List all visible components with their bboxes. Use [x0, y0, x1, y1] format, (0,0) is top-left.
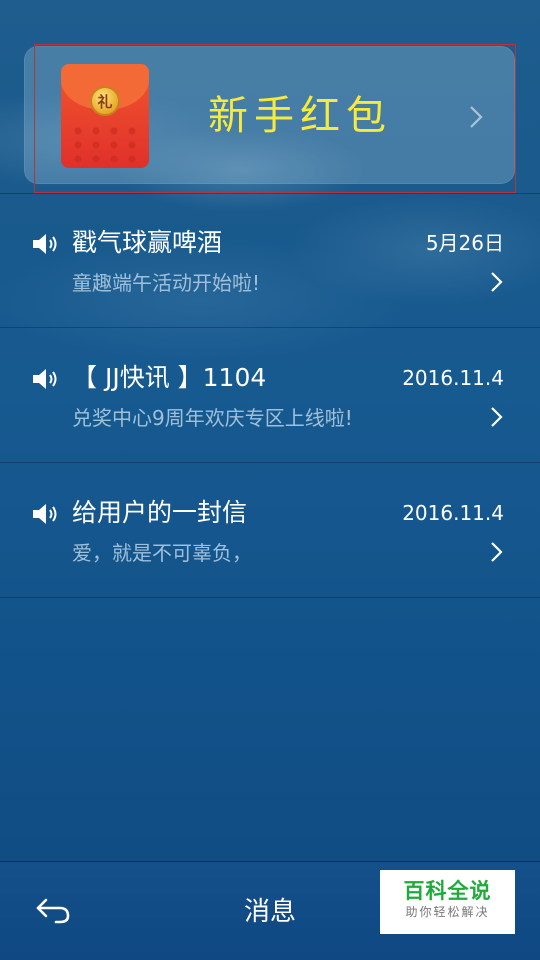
message-date: 2016.11.4 — [402, 366, 504, 390]
speaker-icon — [33, 504, 57, 524]
page-title: 消息 — [243, 897, 296, 927]
red-envelope-icon: 礼 — [61, 64, 149, 168]
list-divider — [0, 462, 540, 463]
list-item[interactable]: 戳气球赢啤酒 5月26日 童趣端午活动开始啦! — [0, 194, 540, 328]
message-title: 给用户的一封信 — [72, 498, 248, 527]
red-envelope-seal: 礼 — [90, 86, 120, 116]
message-title: 戳气球赢啤酒 — [72, 228, 223, 257]
chevron-right-icon — [470, 106, 483, 128]
chevron-right-icon — [491, 272, 503, 292]
message-subtitle: 爱，就是不可辜负， — [72, 541, 252, 565]
banner-title: 新手红包 — [208, 93, 392, 139]
message-subtitle: 兑奖中心9周年欢庆专区上线啦! — [72, 406, 353, 430]
list-item[interactable]: 【 JJ快讯 】1104 2016.11.4 兑奖中心9周年欢庆专区上线啦! — [0, 329, 540, 463]
speaker-icon — [33, 369, 57, 389]
message-date: 5月26日 — [425, 231, 504, 255]
list-item[interactable]: 给用户的一封信 2016.11.4 爱，就是不可辜负， — [0, 464, 540, 598]
watermark-sub-text: 助你轻松解决 — [405, 905, 490, 919]
red-envelope-pattern — [69, 124, 141, 164]
message-title: 【 JJ快讯 】1104 — [72, 363, 267, 392]
chevron-right-icon — [491, 407, 503, 427]
watermark-logo: 百科全说 助你轻松解决 — [380, 870, 515, 934]
list-divider — [0, 597, 540, 598]
message-date: 2016.11.4 — [402, 501, 504, 525]
watermark-main-text: 百科全说 — [403, 879, 492, 903]
speaker-icon — [33, 234, 57, 254]
list-divider — [0, 327, 540, 328]
back-arrow-icon[interactable] — [30, 886, 76, 932]
message-subtitle: 童趣端午活动开始啦! — [72, 271, 261, 295]
chevron-right-icon — [491, 542, 503, 562]
